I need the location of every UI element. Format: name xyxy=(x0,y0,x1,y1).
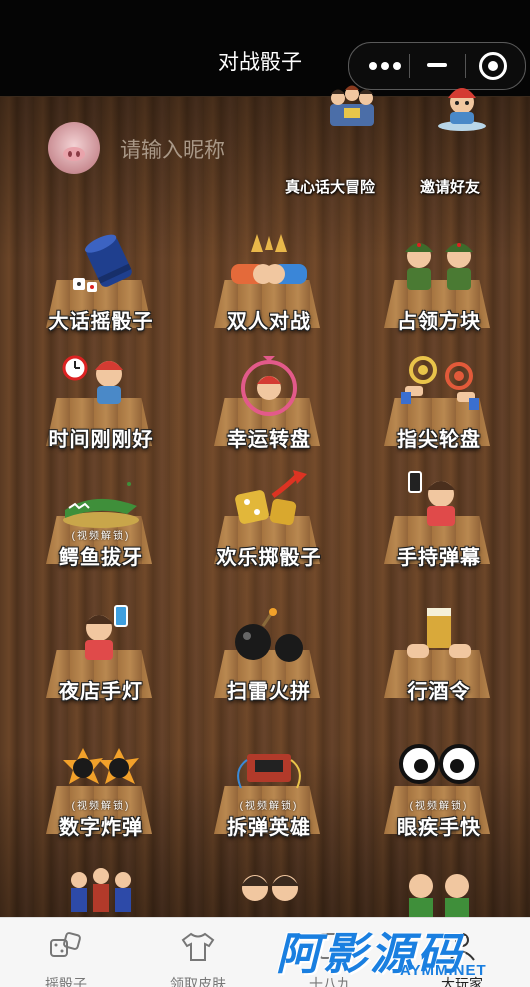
app-frame: 对战骰子 请输入昵称 真心话大冒险 邀请好友 大话摇骰子 双人对战 占领方块 时… xyxy=(0,0,530,987)
bomb-icon xyxy=(227,604,311,668)
game-tile-number-bomb[interactable]: (视频解锁) 数字炸弹 xyxy=(16,730,186,848)
unlock-hint: (视频解锁) xyxy=(71,531,131,542)
game-tile-happy-dice[interactable]: 欢乐掷骰子 xyxy=(184,460,354,578)
page-title: 对战骰子 xyxy=(218,51,302,74)
invite-friend-icon xyxy=(434,82,490,132)
number-bomb-icon xyxy=(59,740,143,804)
game-tile-partial[interactable] xyxy=(354,852,524,922)
tab-label: 十八九 xyxy=(309,976,351,987)
game-label: 扫雷火拼 xyxy=(227,681,311,703)
invite-friend-label: 邀请好友 xyxy=(419,179,480,196)
tshirt-icon xyxy=(180,930,216,964)
game-label: 双人对战 xyxy=(227,311,311,333)
game-label: 夜店手灯 xyxy=(59,681,143,703)
game-label: 欢乐掷骰子 xyxy=(216,547,322,569)
dancers-icon xyxy=(59,858,143,922)
alarm-clock-icon xyxy=(59,352,143,416)
cards-icon xyxy=(312,930,348,964)
unlock-hint: (视频解锁) xyxy=(71,801,131,812)
game-tile-partial[interactable] xyxy=(184,852,354,922)
game-tile-two-player[interactable]: 双人对战 xyxy=(184,224,354,342)
game-label: 行酒令 xyxy=(407,681,471,703)
game-label: 幸运转盘 xyxy=(227,429,311,451)
capsule-divider xyxy=(409,54,410,78)
game-tile-quick-hands[interactable]: (视频解锁) 眼疾手快 xyxy=(354,730,524,848)
avatar[interactable] xyxy=(48,122,100,174)
tab-bar: 摇骰子 领取皮肤 十八九 大玩家 xyxy=(0,917,530,987)
beer-toast-icon xyxy=(397,604,481,668)
tab-label: 摇骰子 xyxy=(45,976,87,987)
game-tile-finger-roulette[interactable]: 指尖轮盘 xyxy=(354,342,524,460)
game-label: 时间刚刚好 xyxy=(48,429,154,451)
game-label: 大话摇骰子 xyxy=(48,311,154,333)
tab-get-skins[interactable]: 领取皮肤 xyxy=(132,918,264,987)
dynamite-icon xyxy=(227,740,311,804)
green-characters-icon xyxy=(397,858,481,922)
truth-or-dare-label: 真心话大冒险 xyxy=(284,179,375,196)
game-tile-minesweeper[interactable]: 扫雷火拼 xyxy=(184,594,354,712)
dice-icon xyxy=(48,930,84,964)
player-icon xyxy=(444,930,480,964)
game-label: 指尖轮盘 xyxy=(397,429,481,451)
tab-shake-dice[interactable]: 摇骰子 xyxy=(0,918,132,987)
game-label: 手持弹幕 xyxy=(397,547,481,569)
game-label: 数字炸弹 xyxy=(59,817,143,839)
game-tile-liar-dice[interactable]: 大话摇骰子 xyxy=(16,224,186,342)
game-tile-handheld-barrage[interactable]: 手持弹幕 xyxy=(354,460,524,578)
crocodile-icon xyxy=(59,470,143,534)
game-tile-drinking-game[interactable]: 行酒令 xyxy=(354,594,524,712)
tab-eighteen-nineteen[interactable]: 十八九 xyxy=(264,918,396,987)
game-label: 眼疾手快 xyxy=(397,817,481,839)
party-people-icon xyxy=(324,82,380,132)
invite-friend-button[interactable]: 邀请好友 xyxy=(410,88,490,197)
game-label: 拆弹英雄 xyxy=(227,817,311,839)
game-tile-club-lights[interactable]: 夜店手灯 xyxy=(16,594,186,712)
more-icon[interactable] xyxy=(367,56,403,76)
tab-label: 大玩家 xyxy=(441,976,483,987)
tab-label: 领取皮肤 xyxy=(170,976,226,987)
couple-icon xyxy=(227,858,311,922)
nickname-input[interactable]: 请输入昵称 xyxy=(120,134,225,164)
capsule-divider xyxy=(465,54,466,78)
unlock-hint: (视频解锁) xyxy=(239,801,299,812)
truth-or-dare-button[interactable]: 真心话大冒险 xyxy=(280,85,380,197)
phone-scroll-icon xyxy=(397,470,481,534)
game-tile-partial[interactable] xyxy=(16,852,186,922)
tab-big-player[interactable]: 大玩家 xyxy=(396,918,528,987)
dice-cup-icon xyxy=(59,234,143,298)
lucky-wheel-icon xyxy=(227,352,311,416)
finger-tap-icon xyxy=(397,352,481,416)
game-tile-crocodile-teeth[interactable]: (视频解锁) 鳄鱼拔牙 xyxy=(16,460,186,578)
minimize-icon[interactable] xyxy=(427,63,447,67)
gold-dice-icon xyxy=(227,470,311,534)
close-miniprogram-icon[interactable] xyxy=(479,52,507,80)
game-label: 占领方块 xyxy=(397,311,481,333)
soldiers-icon xyxy=(397,234,481,298)
game-tile-occupy-blocks[interactable]: 占领方块 xyxy=(354,224,524,342)
glow-phone-icon xyxy=(59,604,143,668)
big-eyes-icon xyxy=(397,740,481,804)
unlock-hint: (视频解锁) xyxy=(409,801,469,812)
game-label: 鳄鱼拔牙 xyxy=(59,547,143,569)
game-tile-lucky-wheel[interactable]: 幸运转盘 xyxy=(184,342,354,460)
fist-bump-icon xyxy=(227,234,311,298)
game-tile-bomb-defuse[interactable]: (视频解锁) 拆弹英雄 xyxy=(184,730,354,848)
game-tile-perfect-timing[interactable]: 时间刚刚好 xyxy=(16,342,186,460)
